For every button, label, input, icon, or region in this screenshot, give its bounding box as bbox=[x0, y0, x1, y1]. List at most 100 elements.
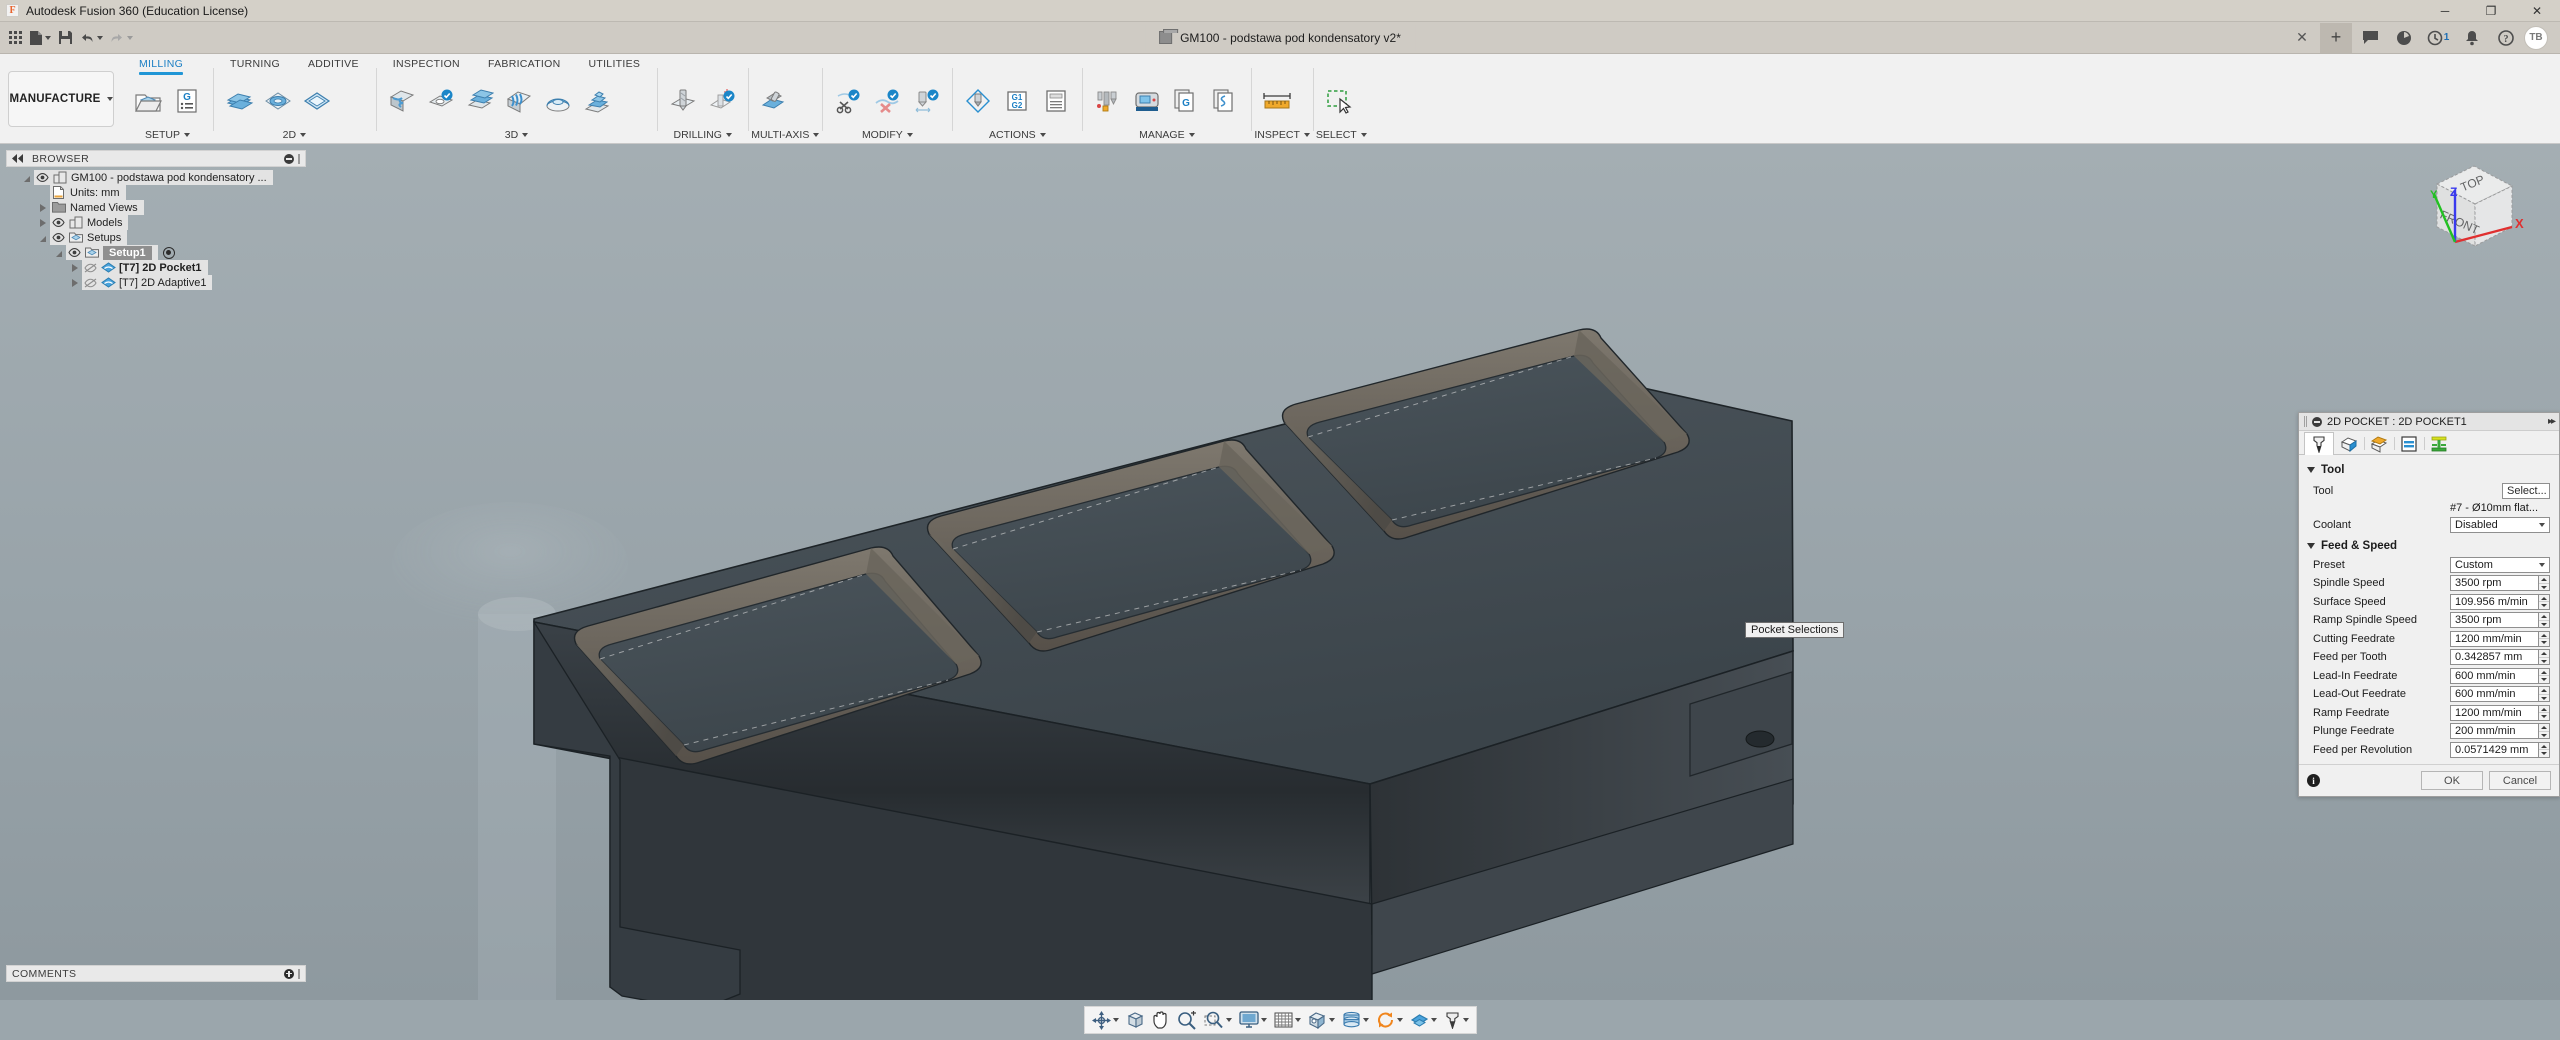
ribbon-group-multi-axis-label[interactable]: MULTI-AXIS bbox=[751, 128, 820, 143]
trim-toolpath-icon[interactable] bbox=[829, 78, 867, 124]
ribbon-group-drilling-label[interactable]: DRILLING bbox=[660, 128, 745, 143]
close-button[interactable]: ✕ bbox=[2514, 0, 2560, 22]
browser-tree-item[interactable]: GM100 - podstawa pod kondensatory ... bbox=[6, 170, 306, 185]
dialog-number-input[interactable]: 0.342857 mm bbox=[2450, 649, 2539, 666]
tool-visibility-chevron-down-icon[interactable] bbox=[1462, 1018, 1469, 1022]
display-settings-chevron-down-icon[interactable] bbox=[1260, 1018, 1267, 1022]
spinner-up-icon[interactable] bbox=[2539, 724, 2549, 732]
grid-snap-icon[interactable] bbox=[1271, 1008, 1304, 1032]
spinner-up-icon[interactable] bbox=[2539, 669, 2549, 677]
ribbon-group-setup-label[interactable]: SETUP bbox=[125, 128, 210, 143]
chevron-down-icon[interactable] bbox=[52, 245, 66, 260]
tool-library-icon[interactable] bbox=[1089, 78, 1127, 124]
ribbon-group-modify-label[interactable]: MODIFY bbox=[825, 128, 949, 143]
data-panel-icon[interactable] bbox=[2388, 23, 2420, 53]
dialog-number-input[interactable]: 3500 rpm bbox=[2450, 575, 2539, 592]
spiral-icon[interactable] bbox=[578, 78, 616, 124]
chevron-right-icon[interactable] bbox=[36, 215, 50, 230]
dialog-spinner[interactable] bbox=[2539, 649, 2550, 666]
chevron-right-icon[interactable] bbox=[36, 200, 50, 215]
tab-fabrication[interactable]: FABRICATION bbox=[474, 54, 575, 74]
2d-pocket-icon[interactable] bbox=[298, 78, 336, 124]
dialog-section-header[interactable]: Tool bbox=[2299, 459, 2559, 480]
2d-adaptive-icon[interactable] bbox=[259, 78, 297, 124]
viewport[interactable]: Z Y BROWSER GM100 - podstawa pod kondens… bbox=[0, 144, 2560, 1000]
stock-visibility-chevron-down-icon[interactable] bbox=[1362, 1018, 1369, 1022]
multi-axis-contour-icon[interactable] bbox=[755, 78, 793, 124]
expand-right-icon[interactable]: ▸▸ bbox=[2548, 416, 2556, 427]
stock-visibility-icon[interactable] bbox=[1339, 1008, 1372, 1032]
spinner-down-icon[interactable] bbox=[2539, 584, 2549, 591]
help-icon[interactable]: ? bbox=[2490, 23, 2522, 53]
job-status-icon[interactable]: 1 bbox=[2422, 23, 2454, 53]
browser-tree-item[interactable]: [T7] 2D Adaptive1 bbox=[6, 275, 306, 290]
tool-visibility-icon[interactable] bbox=[1441, 1008, 1472, 1032]
zoom-window-chevron-down-icon[interactable] bbox=[1225, 1018, 1232, 1022]
workspace-chevron-down-icon[interactable] bbox=[106, 96, 113, 101]
tab-milling[interactable]: MILLING bbox=[125, 54, 197, 75]
measure-icon[interactable] bbox=[1258, 78, 1296, 124]
tab-utilities[interactable]: UTILITIES bbox=[574, 54, 654, 74]
dialog-spinner[interactable] bbox=[2539, 667, 2550, 684]
simulate-icon[interactable] bbox=[959, 78, 997, 124]
active-setup-icon[interactable] bbox=[162, 246, 175, 259]
toolpath-visibility-icon[interactable] bbox=[1407, 1008, 1440, 1032]
browser-tree-item-body[interactable]: GM100 - podstawa pod kondensatory ... bbox=[34, 170, 273, 185]
tab-inspection[interactable]: INSPECTION bbox=[379, 54, 474, 74]
eye-icon[interactable] bbox=[68, 247, 81, 258]
avatar[interactable]: TB bbox=[2524, 25, 2548, 50]
spinner-down-icon[interactable] bbox=[2539, 602, 2549, 609]
eye-icon[interactable] bbox=[36, 172, 49, 183]
actions-chevron-down-icon[interactable] bbox=[1039, 132, 1046, 137]
geometry-tab[interactable] bbox=[2334, 432, 2364, 454]
select-chevron-down-icon[interactable] bbox=[1360, 132, 1367, 137]
dialog-number-input[interactable]: 1200 mm/min bbox=[2450, 704, 2539, 721]
browser-tree-item-body[interactable]: Setups bbox=[50, 230, 128, 245]
spinner-up-icon[interactable] bbox=[2539, 687, 2549, 695]
display-settings-icon[interactable] bbox=[1236, 1008, 1270, 1032]
ribbon-group-actions-label[interactable]: ACTIONS bbox=[955, 128, 1079, 143]
browser-tree-item-body[interactable]: [T7] 2D Adaptive1 bbox=[82, 275, 213, 290]
parallel-icon[interactable] bbox=[500, 78, 538, 124]
ribbon-group-2d-label[interactable]: 2D bbox=[216, 128, 373, 143]
new-document-chevron-down-icon[interactable] bbox=[45, 35, 51, 40]
save-icon[interactable] bbox=[54, 25, 76, 51]
dialog-number-input[interactable]: 200 mm/min bbox=[2450, 723, 2539, 740]
ribbon-group-manage-label[interactable]: MANAGE bbox=[1085, 128, 1248, 143]
browser-tree-item[interactable]: Models bbox=[6, 215, 306, 230]
eye-icon[interactable] bbox=[52, 217, 65, 228]
3d-chevron-down-icon[interactable] bbox=[522, 132, 529, 137]
passes-tab[interactable] bbox=[2394, 432, 2424, 454]
spinner-up-icon[interactable] bbox=[2539, 613, 2549, 621]
ribbon-group-inspect-label[interactable]: INSPECT bbox=[1254, 128, 1310, 143]
delete-toolpath-icon[interactable] bbox=[868, 78, 906, 124]
viewports-icon[interactable] bbox=[1305, 1008, 1338, 1032]
face-icon[interactable] bbox=[220, 78, 258, 124]
spinner-down-icon[interactable] bbox=[2539, 732, 2549, 739]
adaptive-clearing-icon[interactable] bbox=[383, 78, 421, 124]
dialog-tabs[interactable] bbox=[2299, 431, 2559, 455]
heights-tab[interactable] bbox=[2364, 432, 2394, 454]
pocket-clearing-icon[interactable] bbox=[422, 78, 460, 124]
browser-tree-item-body[interactable]: Models bbox=[50, 215, 129, 230]
spinner-up-icon[interactable] bbox=[2539, 650, 2549, 658]
chevron-down-icon[interactable] bbox=[36, 230, 50, 245]
look-at-icon[interactable] bbox=[1123, 1008, 1148, 1032]
drill-icon[interactable] bbox=[664, 78, 702, 124]
cancel-button[interactable]: Cancel bbox=[2489, 771, 2551, 790]
dialog-number-input[interactable]: 600 mm/min bbox=[2450, 667, 2539, 684]
window-select-icon[interactable] bbox=[1320, 78, 1358, 124]
manage-chevron-down-icon[interactable] bbox=[1188, 132, 1195, 137]
simulation-icon[interactable] bbox=[1373, 1008, 1406, 1032]
add-comment-icon[interactable] bbox=[284, 968, 294, 979]
post-process-icon[interactable]: G1 G2 bbox=[998, 78, 1036, 124]
chevron-down-icon[interactable] bbox=[2539, 562, 2545, 567]
dialog-number-input[interactable]: 1200 mm/min bbox=[2450, 630, 2539, 647]
spinner-down-icon[interactable] bbox=[2539, 639, 2549, 646]
browser-tree-item-body[interactable]: [T7] 2D Pocket1 bbox=[82, 260, 208, 275]
comment-icon[interactable] bbox=[2354, 23, 2386, 53]
grid-snap-chevron-down-icon[interactable] bbox=[1294, 1018, 1301, 1022]
undo-icon[interactable] bbox=[76, 25, 106, 51]
spinner-down-icon[interactable] bbox=[2539, 676, 2549, 683]
spinner-down-icon[interactable] bbox=[2539, 621, 2549, 628]
